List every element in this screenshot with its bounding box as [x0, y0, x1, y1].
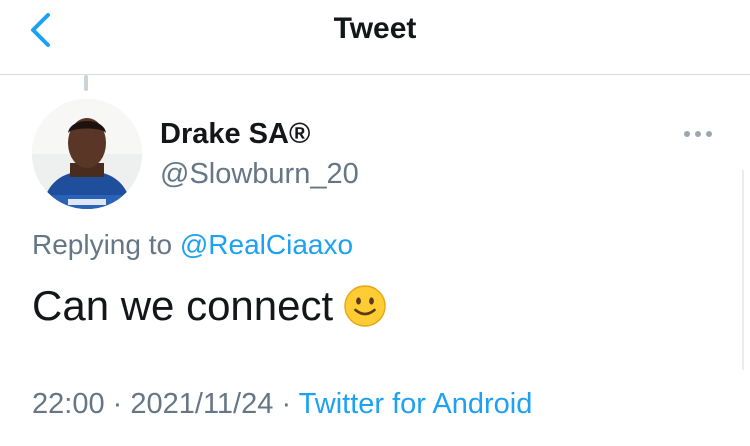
tweet-client-link[interactable]: Twitter for Android: [299, 388, 533, 420]
page-title: Tweet: [333, 12, 417, 45]
tweet-meta: 22:00 · 2021/11/24 · Twitter for Android: [32, 388, 532, 421]
top-bar: Tweet: [0, 0, 750, 75]
more-options-button[interactable]: [684, 124, 718, 144]
meta-separator: ·: [281, 388, 292, 420]
ellipsis-icon: [695, 131, 701, 137]
replying-to-line: Replying to @RealCiaaxo: [32, 229, 353, 261]
author-name[interactable]: Drake SA®: [160, 118, 310, 151]
scrollbar-track: [742, 170, 744, 370]
tweet-date: 2021/11/24: [130, 388, 274, 420]
tweet-time: 22:00: [32, 388, 105, 420]
thread-connector-line: [84, 75, 88, 91]
avatar-image: [32, 99, 142, 209]
author-handle[interactable]: @Slowburn_20: [160, 158, 359, 191]
smiling-face-emoji: [344, 285, 386, 327]
tweet-body: Can we connect: [32, 282, 334, 329]
ellipsis-icon: [706, 131, 712, 137]
replying-prefix: Replying to: [32, 229, 173, 260]
replying-to-link[interactable]: @RealCiaaxo: [180, 229, 353, 260]
tweet-text: Can we connect: [32, 282, 387, 330]
avatar[interactable]: [32, 99, 142, 209]
meta-separator: ·: [112, 388, 123, 420]
ellipsis-icon: [684, 131, 690, 137]
